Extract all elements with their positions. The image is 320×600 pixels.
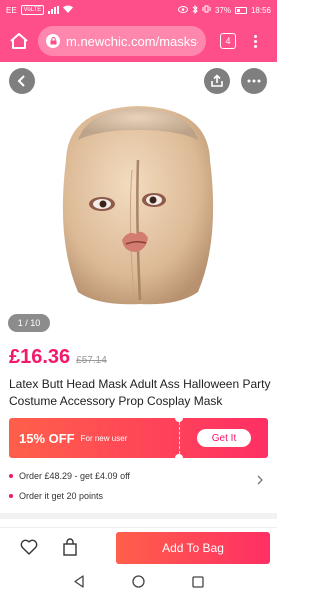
coupon-divider — [179, 422, 180, 454]
vibrate-icon — [202, 5, 211, 15]
product-image — [62, 106, 214, 305]
url-text: m.newchic.com/masks- — [66, 33, 198, 49]
chevron-right-icon[interactable] — [256, 474, 264, 488]
add-to-bag-button[interactable]: Add To Bag — [116, 532, 270, 564]
coupon-discount: 15% OFF — [19, 430, 75, 446]
browser-toolbar: m.newchic.com/masks- 4 — [0, 20, 277, 62]
offer-text: Order it get 20 points — [19, 491, 104, 501]
eye-icon — [177, 5, 188, 15]
battery-icon — [234, 6, 247, 14]
bullet-icon — [9, 494, 13, 498]
more-dots-icon — [247, 79, 261, 83]
heart-icon[interactable] — [20, 539, 38, 560]
offer-text: Order £48.29 - get £4.09 off — [19, 471, 130, 481]
home-icon[interactable] — [8, 30, 30, 52]
section-divider — [0, 513, 277, 519]
arrow-left-icon — [17, 75, 25, 87]
bullet-icon — [9, 474, 13, 478]
bag-icon[interactable] — [62, 538, 78, 561]
back-button[interactable] — [9, 68, 35, 94]
get-coupon-button[interactable]: Get It — [197, 429, 251, 447]
new-user-coupon[interactable]: 15% OFF For new user Get It — [9, 414, 268, 462]
gallery-page-indicator: 1 / 10 — [8, 314, 50, 332]
wifi-icon — [63, 5, 74, 15]
browser-menu-icon[interactable] — [254, 34, 257, 48]
offers-list[interactable]: Order £48.29 - get £4.09 off Order it ge… — [9, 466, 271, 506]
bottom-action-bar: Add To Bag — [0, 527, 277, 567]
network-badge: VoLTE — [20, 5, 45, 15]
product-title: Latex Butt Head Mask Adult Ass Halloween… — [9, 377, 271, 408]
bluetooth-icon — [192, 4, 198, 16]
coupon-audience: For new user — [80, 433, 128, 443]
lock-icon — [46, 34, 60, 48]
offer-item: Order £48.29 - get £4.09 off — [9, 466, 271, 486]
tab-switcher-button[interactable]: 4 — [220, 33, 236, 49]
share-button[interactable] — [204, 68, 230, 94]
coupon-notch-top — [175, 414, 183, 422]
square-recents-icon[interactable] — [191, 575, 204, 593]
offer-item: Order it get 20 points — [9, 486, 271, 506]
url-bar[interactable]: m.newchic.com/masks- — [38, 26, 206, 56]
battery-percent: 37% — [214, 5, 231, 15]
share-icon — [211, 74, 223, 87]
carrier-label: EE — [6, 5, 17, 15]
product-gallery[interactable]: 1 / 10 — [0, 62, 277, 342]
system-nav-bar — [0, 567, 277, 600]
circle-home-icon[interactable] — [132, 574, 145, 593]
triangle-back-icon[interactable] — [73, 574, 85, 593]
status-bar: EE VoLTE 37% 18:56 — [0, 0, 277, 20]
current-price: £16.36 — [9, 346, 71, 368]
signal-icon — [48, 6, 60, 14]
clock: 18:56 — [250, 5, 271, 15]
original-price: £57.14 — [76, 355, 107, 366]
price-row: £16.36 £57.14 — [9, 346, 107, 369]
coupon-notch-bottom — [175, 454, 183, 462]
more-button[interactable] — [241, 68, 267, 94]
